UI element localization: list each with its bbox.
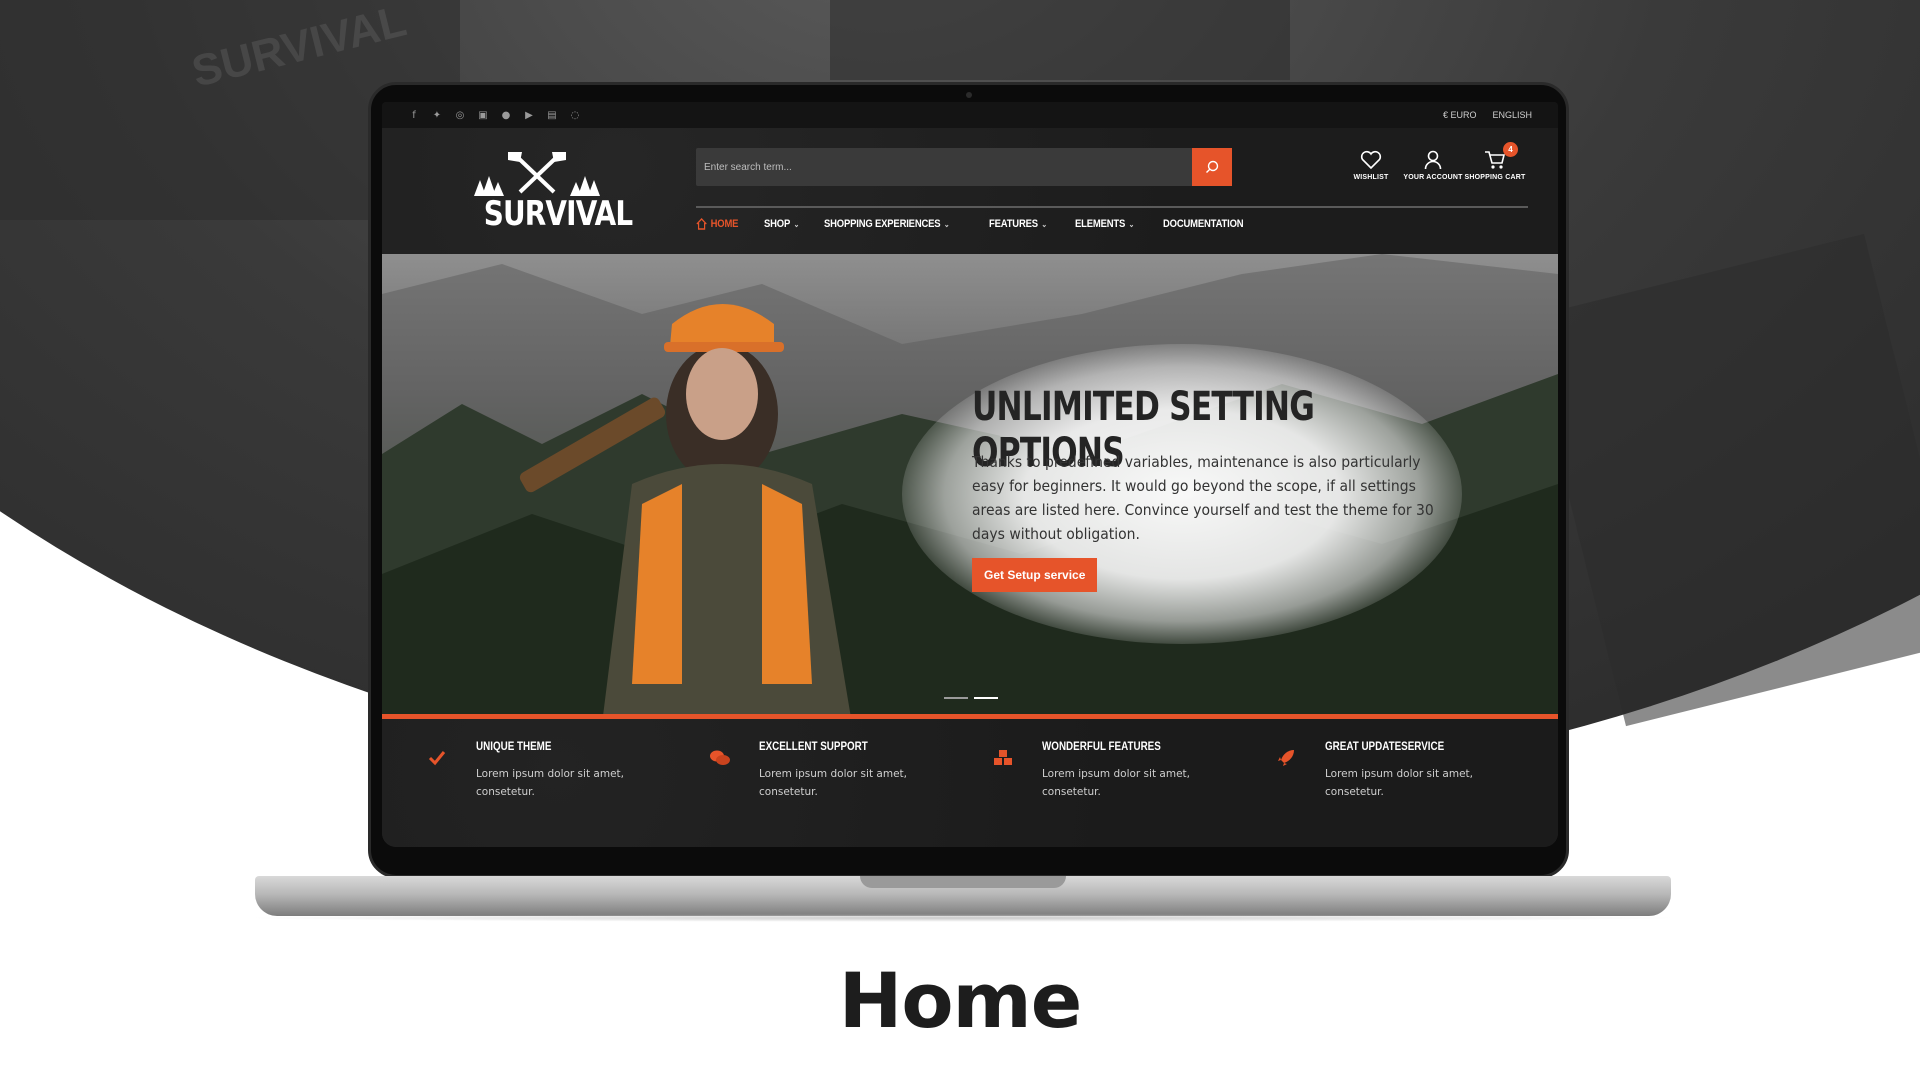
logo[interactable]: SURVIVAL xyxy=(472,150,633,238)
utility-menu: € EURO ENGLISH xyxy=(1443,110,1532,120)
laptop-camera xyxy=(966,92,972,98)
rocket-icon xyxy=(1278,750,1294,766)
chevron-down-icon: ⌄ xyxy=(1041,219,1047,229)
top-bar: f ✦ ◎ ▣ ● ▶ ▤ ◌ € EURO ENGLISH xyxy=(382,102,1558,128)
nav-item-label: SHOPPING EXPERIENCES xyxy=(824,218,941,230)
header-actions: WISHLIST YOUR ACCOUNT SHOPPING CART 4 xyxy=(1340,142,1526,182)
feature-text: Lorem ipsum dolor sit amet, consetetur. xyxy=(476,768,624,798)
chat-icon xyxy=(710,750,730,765)
feature-title: EXCELLENT SUPPORT xyxy=(759,739,868,753)
nav-item-elements[interactable]: ELEMENTS ⌄ xyxy=(1075,218,1134,230)
slider-dot-active[interactable] xyxy=(974,697,998,699)
search-icon xyxy=(1206,160,1219,173)
feature-title: UNIQUE THEME xyxy=(476,739,552,753)
feature-title: GREAT UPDATESERVICE xyxy=(1325,739,1445,753)
laptop-shadow xyxy=(240,914,1686,922)
social-links: f ✦ ◎ ▣ ● ▶ ▤ ◌ xyxy=(408,110,581,121)
wishlist-button[interactable]: WISHLIST xyxy=(1340,148,1402,181)
feature-text: Lorem ipsum dolor sit amet, consetetur. xyxy=(1325,768,1473,798)
site-header: SURVIVAL WISHLIST xyxy=(382,128,1558,254)
facebook-icon[interactable]: f xyxy=(408,110,420,121)
cubes-icon xyxy=(994,750,1012,765)
home-icon xyxy=(696,218,707,230)
nav-item-shop[interactable]: SHOP ⌄ xyxy=(764,218,799,230)
chevron-down-icon: ⌄ xyxy=(1128,219,1135,229)
laptop-notch xyxy=(860,876,1066,888)
get-setup-service-button[interactable]: Get Setup service xyxy=(972,558,1098,592)
cart-label: SHOPPING CART xyxy=(1464,173,1526,182)
apple-icon[interactable]: ● xyxy=(500,110,512,121)
feature-text: Lorem ipsum dolor sit amet, consetetur. xyxy=(759,768,907,798)
slider-dot[interactable] xyxy=(944,697,968,699)
twitch-icon[interactable]: ▤ xyxy=(546,110,558,121)
background-blur-panel xyxy=(830,0,1290,80)
language-selector[interactable]: ENGLISH xyxy=(1492,110,1532,120)
slider-pagination xyxy=(944,697,998,699)
laptop-screen: f ✦ ◎ ▣ ● ▶ ▤ ◌ € EURO ENGLISH SURVIVAL … xyxy=(382,102,1558,847)
nav-item-label: SHOP xyxy=(764,218,791,230)
hero-slider: UNLIMITED SETTING OPTIONS Thanks to pred… xyxy=(382,254,1558,714)
user-icon xyxy=(1424,150,1442,170)
nav-item-label: HOME xyxy=(710,218,739,230)
hero-description: Thanks to predefined variables, maintena… xyxy=(972,453,1434,543)
wishlist-label: WISHLIST xyxy=(1353,173,1389,182)
logo-text: SURVIVAL xyxy=(483,194,633,234)
twitter-icon[interactable]: ✦ xyxy=(431,110,443,121)
cart-count-badge: 4 xyxy=(1503,142,1518,157)
search-input[interactable] xyxy=(696,148,1190,186)
feature-title: WONDERFUL FEATURES xyxy=(1042,739,1161,753)
main-nav: HOME SHOP ⌄ SHOPPING EXPERIENCES ⌄ FEATU… xyxy=(696,218,1257,230)
nav-item-label: FEATURES xyxy=(988,218,1038,230)
whatsapp-icon[interactable]: ◌ xyxy=(569,110,581,121)
feature-text: Lorem ipsum dolor sit amet, consetetur. xyxy=(1042,768,1190,798)
account-button[interactable]: YOUR ACCOUNT xyxy=(1402,148,1464,181)
nav-item-label: DOCUMENTATION xyxy=(1163,218,1244,230)
features-strip: UNIQUE THEME Lorem ipsum dolor sit amet,… xyxy=(382,719,1558,847)
nav-item-features[interactable]: FEATURES ⌄ xyxy=(989,218,1047,230)
check-icon xyxy=(428,751,446,766)
account-label: YOUR ACCOUNT xyxy=(1403,173,1463,182)
search-button[interactable] xyxy=(1192,148,1232,186)
currency-selector[interactable]: € EURO xyxy=(1443,110,1477,120)
header-divider xyxy=(696,206,1528,208)
heart-icon xyxy=(1360,150,1382,170)
nav-item-documentation[interactable]: DOCUMENTATION xyxy=(1163,218,1244,230)
chevron-down-icon: ⌄ xyxy=(943,219,950,229)
tree-line-icon xyxy=(474,176,600,196)
cart-button[interactable]: SHOPPING CART 4 xyxy=(1464,142,1526,182)
page-caption: Home xyxy=(838,956,1083,1045)
nav-item-shopping-experiences[interactable]: SHOPPING EXPERIENCES ⌄ xyxy=(824,218,950,230)
chevron-down-icon: ⌄ xyxy=(793,219,800,229)
google-play-icon[interactable]: ▶ xyxy=(523,110,535,121)
nav-item-home[interactable]: HOME xyxy=(696,218,738,230)
nav-item-label: ELEMENTS xyxy=(1075,218,1126,230)
youtube-icon[interactable]: ▣ xyxy=(477,110,489,121)
search-bar xyxy=(696,148,1232,186)
instagram-icon[interactable]: ◎ xyxy=(454,110,466,121)
cart-icon xyxy=(1485,151,1506,169)
